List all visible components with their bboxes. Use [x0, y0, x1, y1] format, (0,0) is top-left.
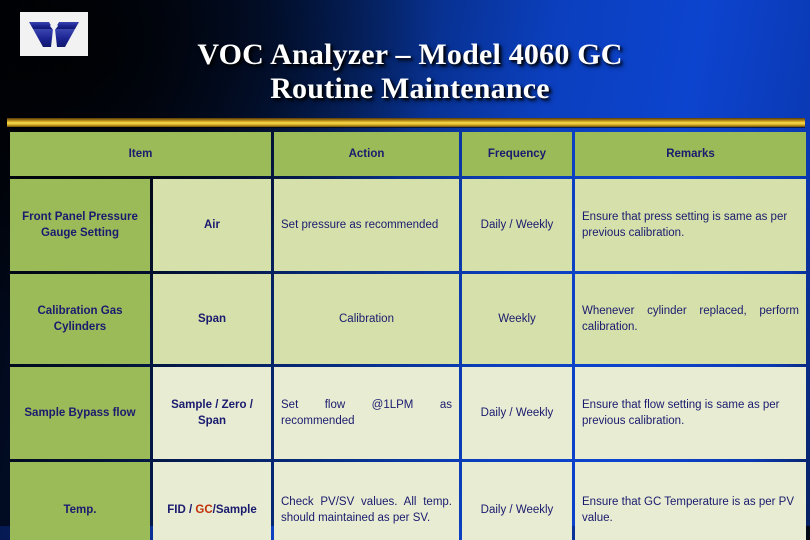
- row-action: Check PV/SV values. All temp. should mai…: [274, 462, 459, 540]
- row-item: Calibration Gas Cylinders: [10, 274, 150, 364]
- table-row: Front Panel Pressure Gauge Setting Air S…: [10, 179, 806, 271]
- table-header-row: Item Action Frequency Remarks: [10, 132, 806, 176]
- maintenance-table-wrapper: Item Action Frequency Remarks Front Pane…: [7, 129, 806, 540]
- row-target-pre: FID /: [167, 504, 196, 516]
- slide-canvas: VOC Analyzer – Model 4060 GC Routine Mai…: [0, 0, 810, 540]
- row-remarks: Ensure that flow setting is same as per …: [575, 367, 806, 459]
- row-remarks: Ensure that GC Temperature is as per PV …: [575, 462, 806, 540]
- row-item: Front Panel Pressure Gauge Setting: [10, 179, 150, 271]
- row-frequency: Daily / Weekly: [462, 462, 572, 540]
- row-frequency: Daily / Weekly: [462, 367, 572, 459]
- row-target: FID / GC/Sample: [153, 462, 271, 540]
- column-header-remarks: Remarks: [575, 132, 806, 176]
- row-action: Set flow @1LPM as recommended: [274, 367, 459, 459]
- row-remarks: Ensure that press setting is same as per…: [575, 179, 806, 271]
- column-header-action: Action: [274, 132, 459, 176]
- column-header-item: Item: [10, 132, 271, 176]
- row-target-post: /Sample: [212, 504, 257, 516]
- page-title: VOC Analyzer – Model 4060 GC Routine Mai…: [197, 38, 623, 105]
- table-row: Calibration Gas Cylinders Span Calibrati…: [10, 274, 806, 364]
- row-action: Calibration: [274, 274, 459, 364]
- row-item: Sample Bypass flow: [10, 367, 150, 459]
- row-frequency: Daily / Weekly: [462, 179, 572, 271]
- row-remarks: Whenever cylinder replaced, perform cali…: [575, 274, 806, 364]
- row-frequency: Weekly: [462, 274, 572, 364]
- gold-divider: [7, 118, 805, 127]
- row-action: Set pressure as recommended: [274, 179, 459, 271]
- row-target: Sample / Zero / Span: [153, 367, 271, 459]
- routine-maintenance-table: Item Action Frequency Remarks Front Pane…: [7, 129, 809, 540]
- row-item: Temp.: [10, 462, 150, 540]
- teledyne-logo-icon: [20, 12, 88, 56]
- table-row: Sample Bypass flow Sample / Zero / Span …: [10, 367, 806, 459]
- row-target-highlight: GC: [195, 504, 213, 516]
- row-target: Air: [153, 179, 271, 271]
- column-header-frequency: Frequency: [462, 132, 572, 176]
- row-target: Span: [153, 274, 271, 364]
- table-row: Temp. FID / GC/Sample Check PV/SV values…: [10, 462, 806, 540]
